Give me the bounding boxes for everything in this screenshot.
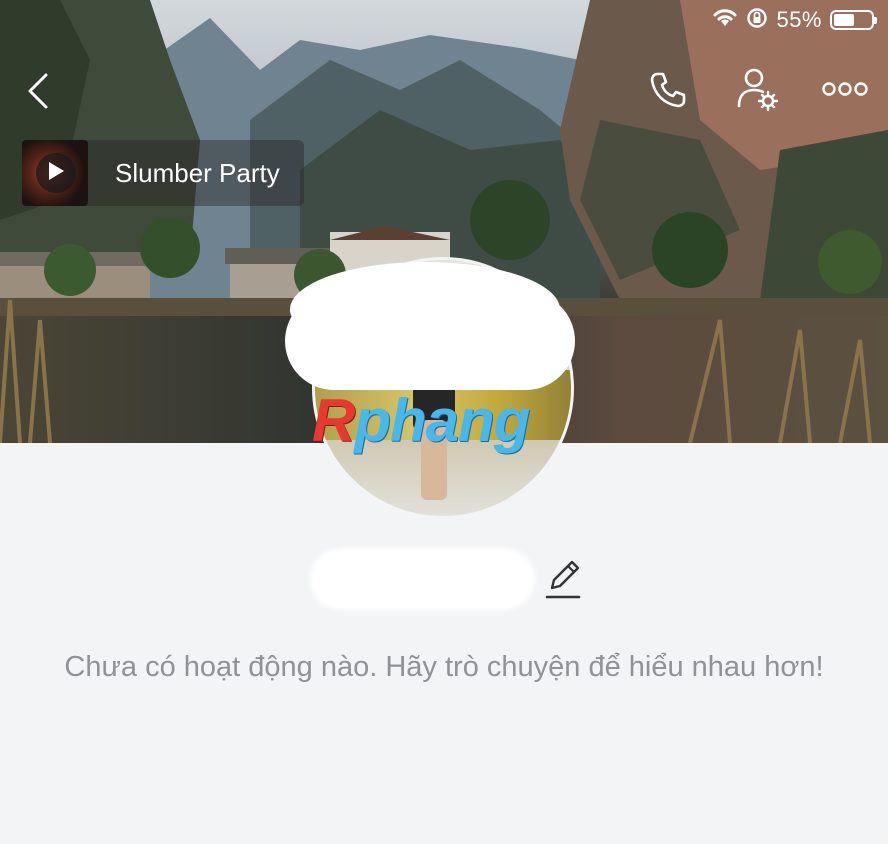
more-dots-icon	[822, 81, 868, 101]
battery-percent: 55%	[776, 7, 822, 32]
more-options-button[interactable]	[820, 76, 870, 106]
phone-icon	[648, 70, 688, 115]
chevron-left-icon	[26, 72, 50, 115]
status-bar: 55%	[712, 6, 877, 34]
display-name-redacted	[310, 548, 535, 610]
battery-icon	[830, 10, 877, 30]
music-title: Slumber Party	[115, 157, 280, 188]
edit-name-button[interactable]	[540, 558, 584, 604]
profile-settings-button[interactable]	[734, 66, 782, 116]
play-icon	[46, 160, 66, 187]
rotation-lock-icon	[746, 7, 768, 34]
redaction-mark	[285, 292, 575, 390]
pencil-icon	[543, 558, 581, 605]
battery-fill	[834, 14, 854, 26]
call-button[interactable]	[644, 68, 692, 116]
music-album-art	[22, 140, 88, 206]
profile-music-chip[interactable]: Slumber Party	[22, 140, 304, 206]
user-settings-icon	[736, 66, 780, 117]
empty-activity-message: Chưa có hoạt động nào. Hãy trò chuyện để…	[64, 651, 824, 683]
back-button[interactable]	[18, 70, 58, 116]
wifi-icon	[712, 8, 738, 33]
play-button[interactable]	[36, 153, 76, 193]
watermark-logo: Rphang	[312, 387, 530, 454]
